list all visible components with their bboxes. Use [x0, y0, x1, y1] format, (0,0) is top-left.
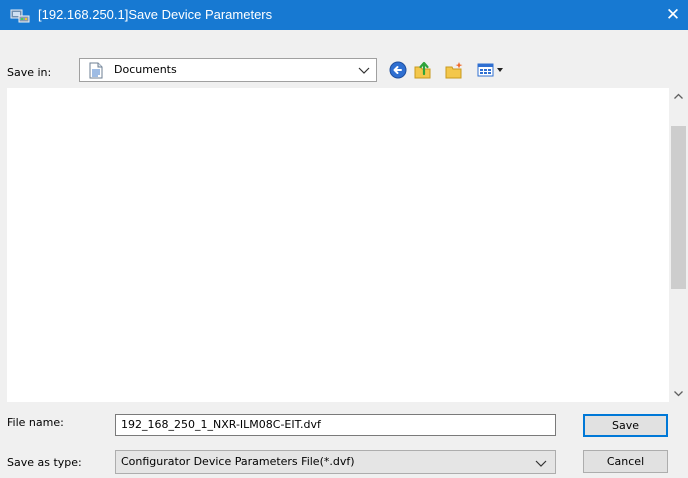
vertical-scrollbar[interactable]: [669, 88, 688, 402]
up-folder-icon: [414, 61, 431, 79]
save-as-type-value: Configurator Device Parameters File(*.dv…: [121, 455, 355, 468]
title-bar[interactable]: [192.168.250.1]Save Device Parameters ✕: [0, 0, 688, 30]
network-device-icon: [10, 9, 30, 23]
view-menu-icon: [477, 63, 503, 77]
cancel-button[interactable]: Cancel: [583, 450, 668, 473]
chevron-up-icon: [674, 93, 683, 99]
up-one-level-button[interactable]: [413, 60, 433, 80]
view-menu-button[interactable]: [477, 60, 513, 80]
window-title: [192.168.250.1]Save Device Parameters: [38, 7, 273, 22]
chevron-down-icon: [674, 391, 683, 397]
close-icon: ✕: [665, 5, 681, 25]
documents-folder-icon: [89, 62, 103, 79]
scroll-up-button[interactable]: [669, 88, 688, 105]
save-in-value: Documents: [114, 63, 177, 76]
back-icon: [389, 61, 407, 79]
save-in-dropdown[interactable]: Documents: [79, 58, 377, 82]
new-folder-button[interactable]: [444, 60, 464, 80]
save-button[interactable]: Save: [583, 414, 668, 437]
file-name-label: File name:: [7, 416, 64, 429]
chevron-down-icon: [535, 460, 547, 467]
scroll-down-button[interactable]: [669, 385, 688, 402]
scroll-thumb[interactable]: [671, 126, 686, 289]
save-as-type-label: Save as type:: [7, 456, 82, 469]
save-in-label: Save in:: [7, 66, 52, 79]
back-button[interactable]: [388, 60, 408, 80]
close-button[interactable]: ✕: [658, 0, 688, 30]
file-name-input[interactable]: 192_168_250_1_NXR-ILM08C-EIT.dvf: [115, 414, 556, 436]
chevron-down-icon: [358, 67, 370, 74]
save-as-type-dropdown[interactable]: Configurator Device Parameters File(*.dv…: [115, 450, 556, 474]
new-folder-icon: [445, 62, 463, 79]
dialog-body: Save in: Documents File name: 192_168_25…: [0, 30, 688, 478]
file-list[interactable]: [7, 88, 687, 402]
